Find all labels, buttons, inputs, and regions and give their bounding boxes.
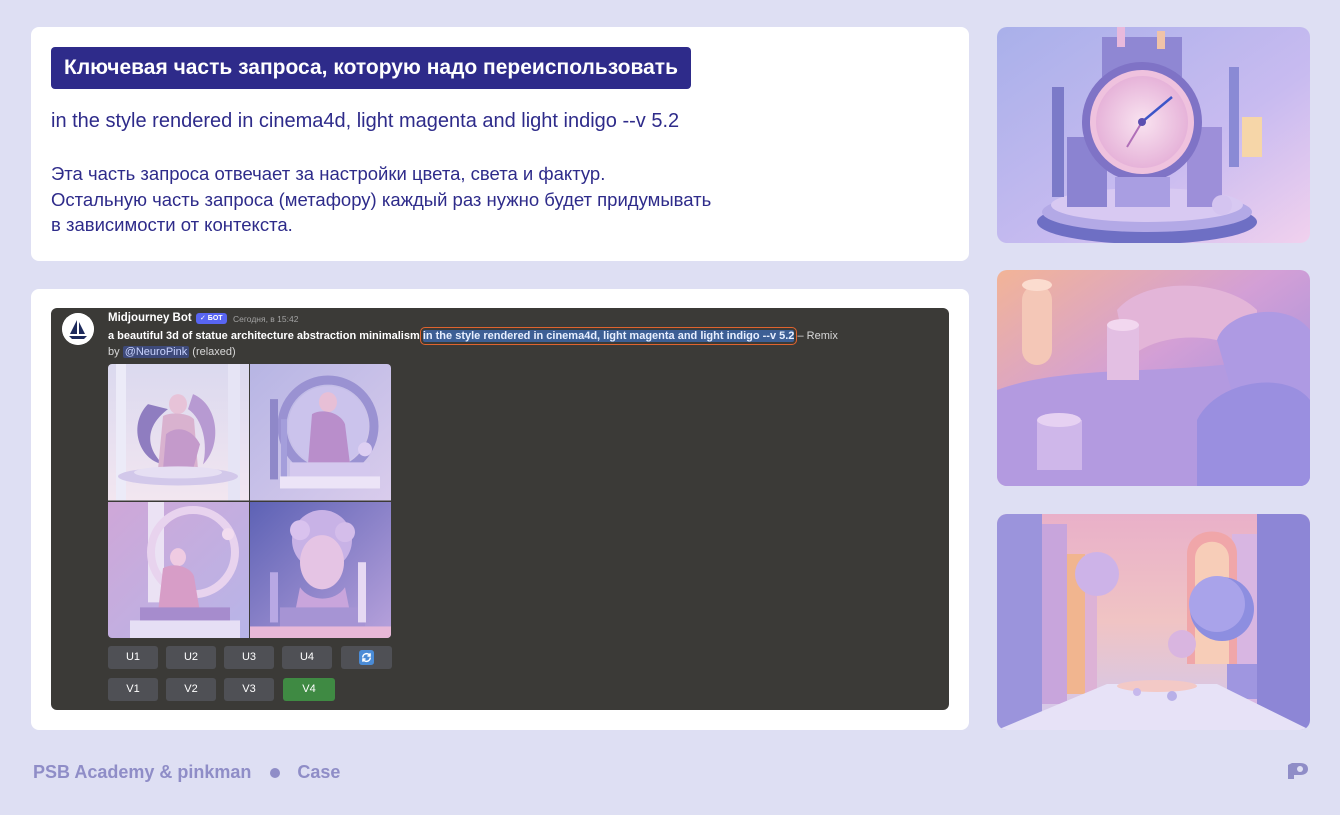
remix-label: – Remix [797, 330, 838, 342]
by-label: by [108, 346, 120, 358]
upscale-button-2[interactable]: U2 [166, 646, 216, 669]
abstract-shapes-image [997, 270, 1310, 486]
upscale-button-4[interactable]: U4 [282, 646, 332, 669]
user-mention[interactable]: @NeuroPink [122, 346, 190, 358]
refresh-icon [359, 650, 374, 665]
message-timestamp: Сегодня, в 15:42 [233, 314, 299, 324]
prompt-highlight: in the style rendered in cinema4d, light… [419, 327, 798, 345]
bot-avatar[interactable] [62, 313, 94, 345]
clock-sculpture-image [997, 27, 1310, 243]
description-line: Остальную часть запроса (метафору) кажды… [51, 188, 712, 210]
separator-dot [270, 767, 281, 778]
statue-image-2[interactable] [250, 364, 391, 501]
statue-image-1[interactable] [108, 364, 249, 501]
reroll-button[interactable] [341, 646, 392, 669]
footer-section: Case [297, 762, 341, 782]
footer: PSB Academy & pinkman Case [33, 762, 340, 783]
statue-image-4[interactable] [250, 501, 391, 639]
description-line: Эта часть запроса отвечает за настройки … [51, 163, 606, 184]
sailboat-icon [62, 313, 94, 345]
author-line: by @NeuroPink (relaxed) [108, 346, 236, 358]
variation-button-2[interactable]: V2 [166, 678, 216, 701]
footer-brand: PSB Academy & pinkman [33, 762, 252, 782]
upscale-button-1[interactable]: U1 [108, 646, 158, 669]
card-title: Ключевая часть запроса, которую надо пер… [51, 47, 692, 89]
image-grid[interactable] [108, 364, 391, 638]
key-prompt-card: Ключевая часть запроса, которую надо пер… [31, 27, 969, 261]
statue-image-3[interactable] [108, 501, 249, 639]
upscale-button-3[interactable]: U3 [224, 646, 274, 669]
corridor-spheres-image [997, 514, 1310, 730]
discord-message: Midjourney Bot ✓ БОТ Сегодня, в 15:42 a … [51, 308, 949, 710]
description-line: в зависимости от контекста. [51, 214, 293, 235]
prompt-prefix: a beautiful 3d of statue architecture ab… [108, 330, 420, 342]
prompt-key-text: in the style rendered in cinema4d, light… [51, 110, 680, 132]
bot-name[interactable]: Midjourney Bot [108, 312, 192, 324]
prompt-line: a beautiful 3d of statue architecture ab… [108, 327, 838, 345]
discord-screenshot-card: Midjourney Bot ✓ БОТ Сегодня, в 15:42 a … [31, 289, 969, 730]
description: Эта часть запроса отвечает за настройки … [51, 161, 711, 238]
bot-badge: ✓ БОТ [196, 313, 227, 324]
variation-button-4[interactable]: V4 [283, 678, 335, 701]
variation-button-1[interactable]: V1 [108, 678, 158, 701]
pinkman-logo-icon [1286, 761, 1310, 786]
mode-label: (relaxed) [192, 346, 236, 358]
variation-button-3[interactable]: V3 [224, 678, 274, 701]
